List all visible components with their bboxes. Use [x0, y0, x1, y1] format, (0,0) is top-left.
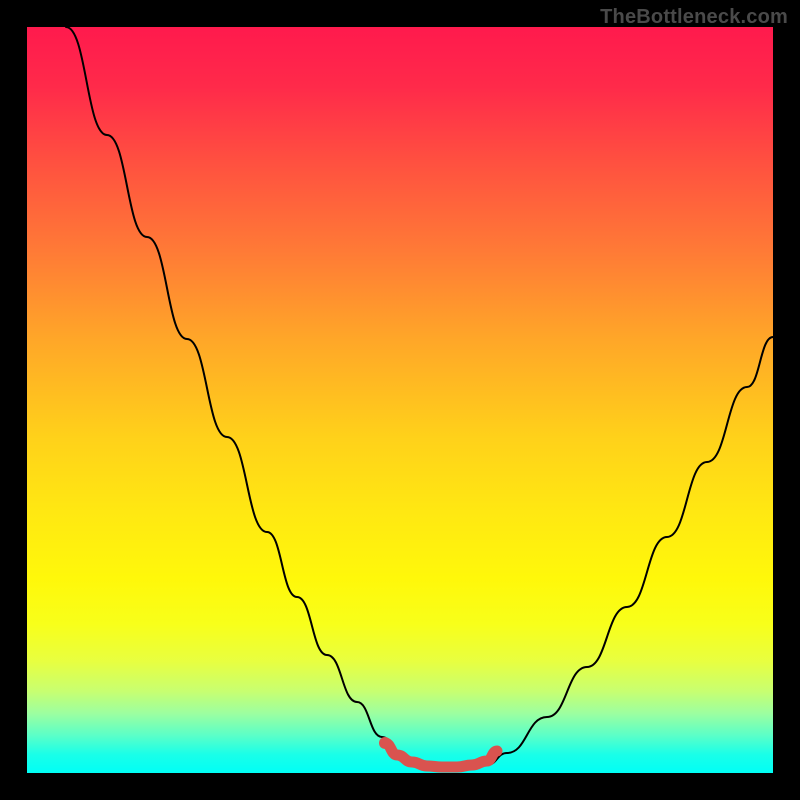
bottleneck-curve: [66, 27, 773, 767]
chart-svg: [27, 27, 773, 773]
highlight-segment: [385, 743, 497, 767]
watermark-text: TheBottleneck.com: [600, 6, 788, 29]
highlight-start-dot: [379, 737, 391, 749]
